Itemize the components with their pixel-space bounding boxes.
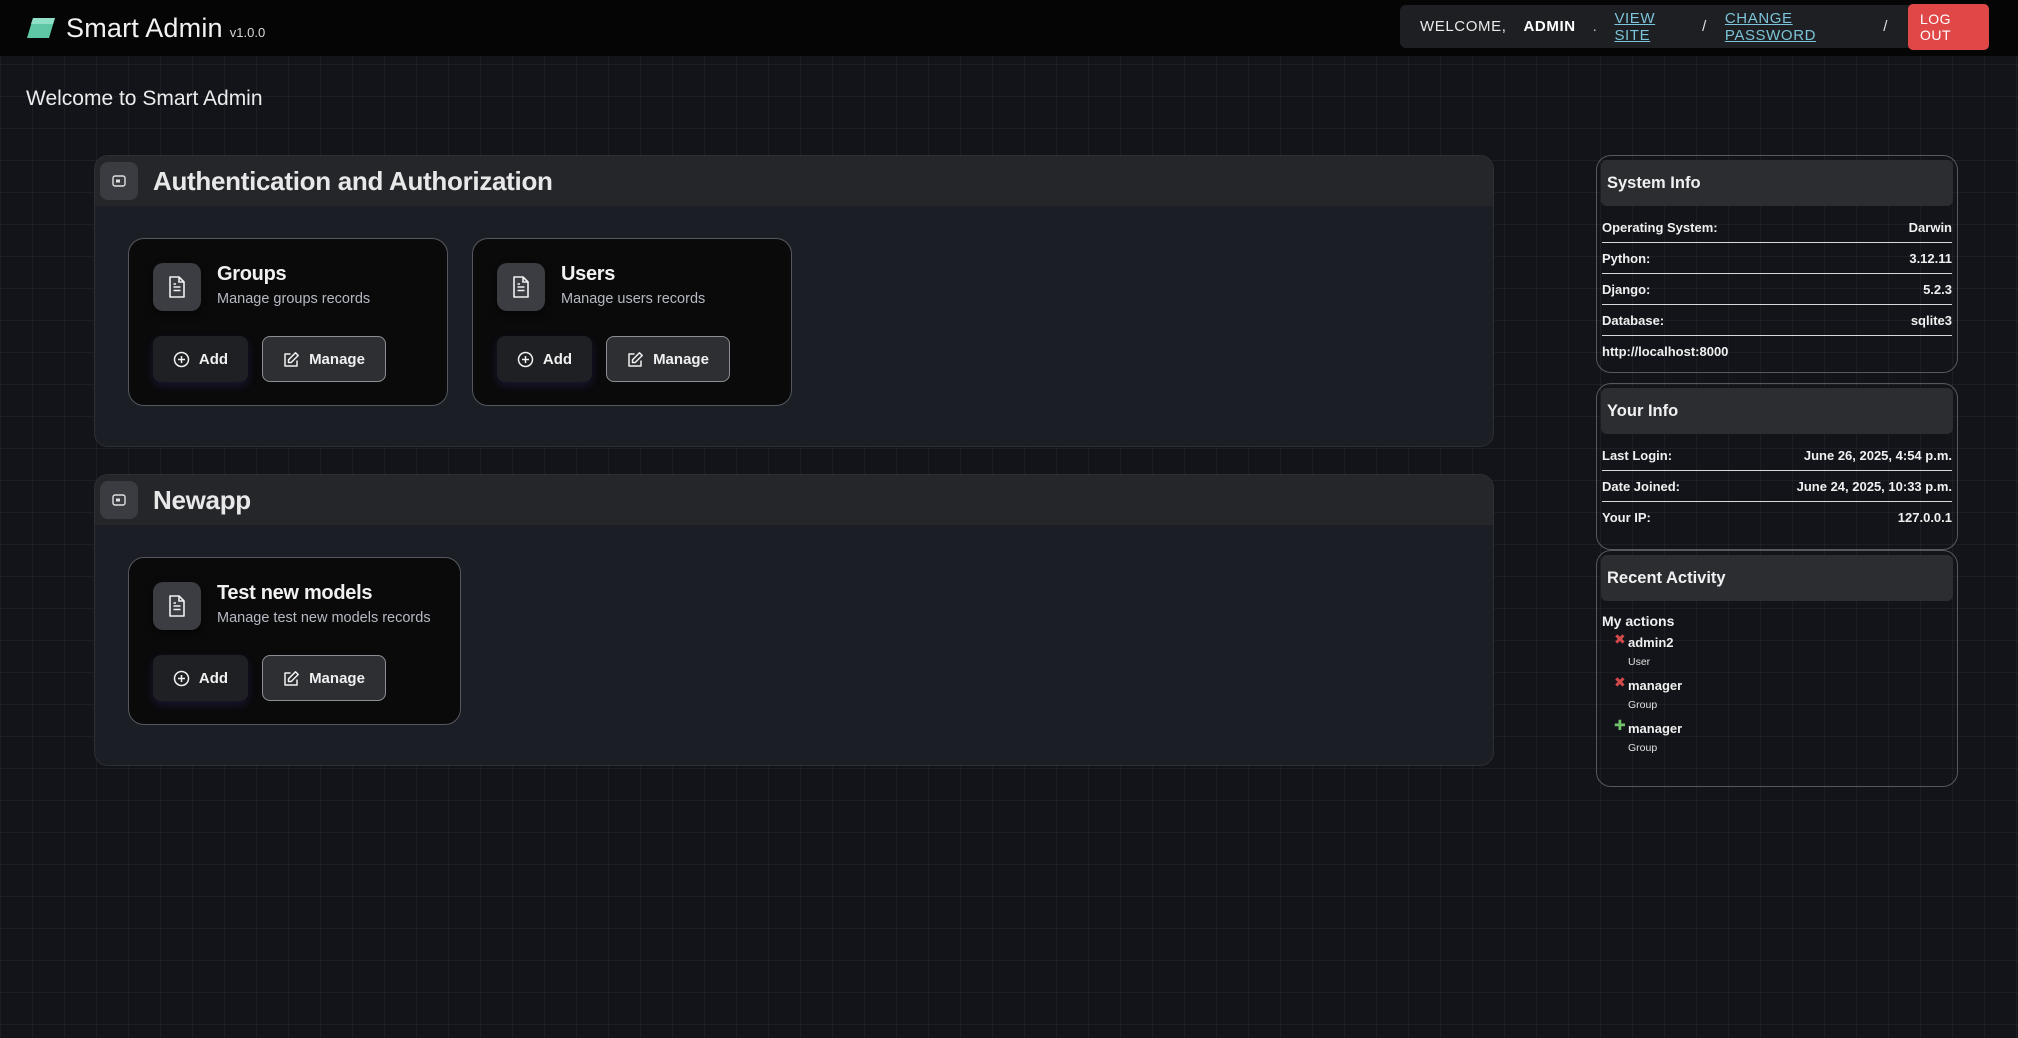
activity-item: ✖ manager Group	[1614, 674, 1957, 721]
activity-content-type: Group	[1628, 742, 1658, 754]
manage-groups-button[interactable]: Manage	[262, 336, 386, 382]
panel-title: Your Info	[1601, 388, 1953, 434]
top-header: Smart Admin v1.0.0 WELCOME, ADMIN . VIEW…	[0, 0, 2018, 56]
activity-content-type: User	[1628, 656, 1651, 668]
manage-button-label: Manage	[309, 350, 365, 368]
document-icon	[497, 263, 545, 311]
edit-icon	[628, 351, 644, 367]
separator: /	[1883, 18, 1888, 35]
panel-title: Recent Activity	[1601, 555, 1953, 601]
activity-item: ✖ admin2 User	[1614, 631, 1957, 678]
model-description: Manage users records	[561, 291, 706, 307]
info-row: Django: 5.2.3	[1602, 274, 1952, 305]
manage-users-button[interactable]: Manage	[606, 336, 730, 382]
info-value: 3.12.11	[1909, 250, 1952, 266]
info-label: Database:	[1602, 312, 1665, 328]
module-header: Authentication and Authorization	[95, 156, 1493, 206]
server-url: http://localhost:8000	[1602, 344, 1729, 359]
brand-version: v1.0.0	[229, 24, 266, 40]
separator: /	[1702, 18, 1707, 35]
module-header: Newapp	[95, 475, 1493, 525]
activity-object-link[interactable]: manager	[1628, 721, 1957, 736]
plus-circle-icon	[517, 351, 534, 367]
info-row: Database: sqlite3	[1602, 305, 1952, 336]
add-button-label: Add	[198, 350, 229, 368]
username: ADMIN	[1523, 18, 1576, 35]
model-card-users: Users Manage users records Add Manage	[472, 238, 792, 406]
info-value: sqlite3	[1910, 312, 1952, 328]
plus-circle-icon	[173, 351, 190, 367]
module-title[interactable]: Newapp	[153, 485, 251, 516]
document-icon	[153, 263, 201, 311]
manage-button-label: Manage	[653, 350, 709, 368]
change-password-link[interactable]: CHANGE PASSWORD	[1725, 10, 1865, 44]
brand[interactable]: Smart Admin v1.0.0	[26, 8, 265, 48]
recent-activity-panel: Recent Activity My actions ✖ admin2 User…	[1596, 550, 1958, 787]
add-test-new-models-button[interactable]: Add	[153, 655, 248, 701]
brand-name: Smart Admin	[66, 12, 223, 43]
info-row: http://localhost:8000	[1602, 336, 1952, 367]
info-label: Django:	[1602, 281, 1651, 297]
info-label: Last Login:	[1602, 447, 1673, 463]
module-collapse-icon[interactable]	[100, 481, 138, 519]
deletion-icon: ✖	[1614, 674, 1626, 690]
info-value: Darwin	[1908, 219, 1952, 235]
user-tools-dot: .	[1592, 18, 1598, 35]
activity-item: ✚ manager Group	[1614, 717, 1957, 764]
info-value: June 26, 2025, 4:54 p.m.	[1803, 447, 1952, 463]
activity-subtitle: My actions	[1602, 613, 1675, 629]
model-card-groups: Groups Manage groups records Add Manage	[128, 238, 448, 406]
app-module-newapp: Newapp Test new models Manage test new m…	[94, 474, 1494, 766]
view-site-link[interactable]: VIEW SITE	[1614, 10, 1684, 44]
info-label: Python:	[1602, 250, 1651, 266]
deletion-icon: ✖	[1614, 631, 1626, 647]
info-row: Date Joined: June 24, 2025, 10:33 p.m.	[1602, 471, 1952, 502]
user-tools: WELCOME, ADMIN . VIEW SITE / CHANGE PASS…	[1400, 3, 1989, 50]
add-button-label: Add	[542, 350, 573, 368]
info-value: June 24, 2025, 10:33 p.m.	[1796, 478, 1952, 494]
info-label: Operating System:	[1602, 219, 1718, 235]
addition-icon: ✚	[1614, 717, 1626, 733]
app-module-auth: Authentication and Authorization Groups …	[94, 155, 1494, 447]
module-collapse-icon[interactable]	[100, 162, 138, 200]
model-description: Manage groups records	[217, 291, 371, 307]
module-title[interactable]: Authentication and Authorization	[153, 166, 553, 197]
your-info-panel: Your Info Last Login: June 26, 2025, 4:5…	[1596, 383, 1958, 550]
panel-title: System Info	[1601, 160, 1953, 206]
edit-icon	[284, 670, 300, 686]
model-description: Manage test new models records	[217, 610, 431, 626]
edit-icon	[284, 351, 300, 367]
plus-circle-icon	[173, 670, 190, 686]
brand-logo-icon	[27, 18, 55, 38]
info-value: 127.0.0.1	[1897, 510, 1952, 525]
model-card-test-new-models: Test new models Manage test new models r…	[128, 557, 461, 725]
add-groups-button[interactable]: Add	[153, 336, 248, 382]
info-value: 5.2.3	[1923, 281, 1952, 297]
document-icon	[153, 582, 201, 630]
manage-button-label: Manage	[309, 669, 365, 687]
model-title[interactable]: Test new models	[217, 582, 372, 605]
manage-test-new-models-button[interactable]: Manage	[262, 655, 386, 701]
page-title: Welcome to Smart Admin	[26, 87, 263, 110]
add-button-label: Add	[198, 669, 229, 687]
logout-button[interactable]: LOG OUT	[1907, 3, 1989, 50]
welcome-label: WELCOME,	[1420, 18, 1507, 35]
info-row: Operating System: Darwin	[1602, 212, 1952, 243]
model-title[interactable]: Groups	[217, 263, 287, 286]
activity-object-link[interactable]: admin2	[1628, 635, 1957, 650]
info-row: Python: 3.12.11	[1602, 243, 1952, 274]
info-row: Last Login: June 26, 2025, 4:54 p.m.	[1602, 440, 1952, 471]
system-info-panel: System Info Operating System: Darwin Pyt…	[1596, 155, 1958, 373]
info-label: Date Joined:	[1602, 478, 1681, 494]
model-title[interactable]: Users	[561, 263, 615, 286]
info-row: Your IP: 127.0.0.1	[1602, 502, 1952, 533]
info-label: Your IP:	[1602, 510, 1651, 525]
activity-content-type: Group	[1628, 699, 1658, 711]
activity-object-link[interactable]: manager	[1628, 678, 1957, 693]
add-users-button[interactable]: Add	[497, 336, 592, 382]
